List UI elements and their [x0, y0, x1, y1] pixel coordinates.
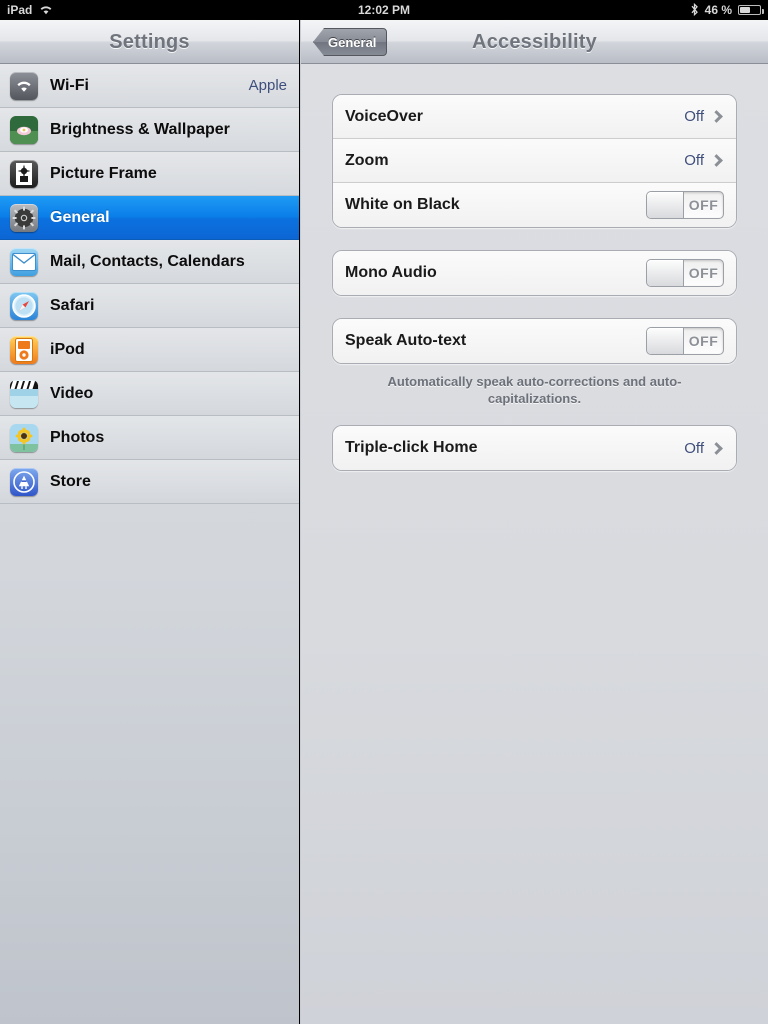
detail-title: Accessibility [472, 30, 597, 53]
sidebar-item-label: Video [50, 384, 94, 402]
chevron-right-icon [710, 441, 723, 455]
toggle-state-label: OFF [688, 333, 719, 349]
row-label: Triple-click Home [345, 439, 478, 456]
battery-icon [738, 5, 764, 15]
accessibility-detail-pane: General Accessibility VoiceOver Off Zoom Of… [301, 20, 768, 1024]
settings-group: Triple-click Home Off [332, 425, 737, 471]
row-value: Off [684, 152, 704, 169]
ipod-icon [10, 335, 38, 364]
row-label: White on Black [345, 196, 460, 213]
sidebar-item-label: Mail, Contacts, Calendars [50, 252, 245, 270]
sidebar-item-label: General [50, 208, 110, 226]
sidebar-item-photos[interactable]: Photos [0, 416, 299, 460]
toggle-knob [647, 328, 684, 354]
group-footer-text: Automatically speak auto-corrections and… [387, 374, 682, 406]
settings-sidebar-pane: Settings Wi-Fi Apple Brightness & Wallpape… [0, 20, 300, 1024]
sidebar-item-label: iPod [50, 340, 85, 358]
toggle-speak-auto-text[interactable]: OFF [646, 327, 724, 355]
accessibility-groups: VoiceOver Off Zoom Off White on Black OFF Mono… [301, 94, 768, 493]
sidebar-item-mail-contacts-calendars[interactable]: Mail, Contacts, Calendars [0, 240, 299, 284]
row-triple-click-home[interactable]: Triple-click Home Off [333, 426, 736, 470]
sidebar-item-label: Store [50, 472, 91, 490]
toggle-white-on-black[interactable]: OFF [646, 191, 724, 219]
row-voiceover[interactable]: VoiceOver Off [333, 95, 736, 139]
sidebar-item-label: Wi-Fi [50, 76, 89, 94]
toggle-state-label: OFF [688, 265, 719, 281]
sidebar-item-picture-frame[interactable]: Picture Frame [0, 152, 299, 196]
mail-icon [10, 247, 38, 276]
status-bar: iPad 12:02 PM 46 % [0, 0, 768, 20]
sidebar-item-ipod[interactable]: iPod [0, 328, 299, 372]
row-value: Off [684, 108, 704, 125]
row-mono-audio[interactable]: Mono Audio OFF [333, 251, 736, 295]
settings-group: Mono Audio OFF [332, 250, 737, 296]
battery-percent-label: 46 % [704, 3, 732, 17]
app-store-icon [10, 467, 38, 496]
general-gear-icon [10, 203, 38, 232]
row-label: Speak Auto-text [345, 332, 467, 349]
bluetooth-icon [690, 2, 699, 18]
ipad-settings-screen: iPad 12:02 PM 46 % Settings Wi-Fi Apple … [0, 0, 768, 1024]
row-value: Off [684, 439, 704, 457]
toggle-knob [647, 260, 684, 286]
photos-sunflower-icon [10, 423, 38, 452]
row-white-on-black[interactable]: White on Black OFF [333, 183, 736, 227]
sidebar-title: Settings [109, 30, 190, 53]
sidebar-item-store[interactable]: Store [0, 460, 299, 504]
picture-frame-icon [10, 159, 38, 188]
row-speak-auto-text[interactable]: Speak Auto-text OFF [333, 319, 736, 363]
sidebar-item-label: Safari [50, 296, 95, 314]
row-label: Zoom [345, 151, 389, 169]
settings-group: Speak Auto-text OFF [332, 318, 737, 364]
detail-navbar: General Accessibility [301, 20, 768, 64]
status-bar-right: 46 % [690, 2, 764, 18]
sidebar-item-brightness-wallpaper[interactable]: Brightness & Wallpaper [0, 108, 299, 152]
toggle-knob [647, 192, 684, 218]
row-label: VoiceOver [345, 107, 423, 125]
toggle-state-label: OFF [688, 197, 719, 213]
safari-compass-icon [10, 291, 38, 320]
row-zoom[interactable]: Zoom Off [333, 139, 736, 183]
sidebar-item-video[interactable]: Video [0, 372, 299, 416]
chevron-right-icon [710, 154, 723, 167]
row-label: Mono Audio [345, 264, 437, 281]
chevron-right-icon [710, 110, 723, 123]
sidebar-item-label: Photos [50, 428, 105, 446]
wifi-settings-icon [10, 71, 38, 100]
toggle-mono-audio[interactable]: OFF [646, 259, 724, 287]
sidebar-navbar: Settings [0, 20, 299, 64]
sidebar-item-safari[interactable]: Safari [0, 284, 299, 328]
brightness-wallpaper-icon [10, 115, 38, 144]
settings-group: VoiceOver Off Zoom Off White on Black OFF [332, 94, 737, 228]
status-bar-clock: 12:02 PM [357, 3, 411, 17]
sidebar-item-label: Picture Frame [50, 164, 157, 182]
video-clapper-icon [10, 379, 38, 408]
settings-list: Wi-Fi Apple Brightness & Wallpaper Picture … [0, 64, 299, 504]
sidebar-item-label: Brightness & Wallpaper [50, 120, 230, 138]
sidebar-item-wi-fi[interactable]: Wi-Fi Apple [0, 64, 299, 108]
sidebar-item-value: Apple [248, 77, 287, 94]
sidebar-item-general[interactable]: General [0, 196, 299, 240]
